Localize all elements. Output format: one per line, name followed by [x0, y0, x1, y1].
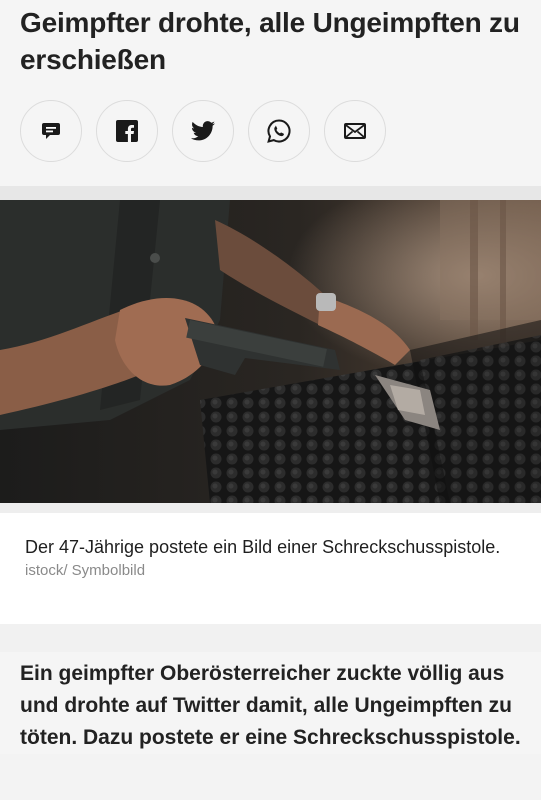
section-divider	[0, 186, 541, 200]
email-share-button[interactable]	[324, 100, 386, 162]
twitter-icon	[191, 121, 215, 141]
section-divider	[0, 624, 541, 652]
image-caption-box: Der 47-Jährige postete ein Bild einer Sc…	[0, 503, 541, 624]
comment-button[interactable]	[20, 100, 82, 162]
twitter-share-button[interactable]	[172, 100, 234, 162]
image-credit: istock/ Symbolbild	[25, 562, 146, 579]
article-header: Geimpfter drohte, alle Ungeimpften zu er…	[0, 0, 541, 186]
article-photo[interactable]	[0, 200, 541, 503]
article-lead: Ein geimpfter Oberösterreicher zuckte vö…	[0, 652, 541, 754]
headline: Geimpfter drohte, alle Ungeimpften zu er…	[20, 7, 520, 75]
comment-icon	[42, 123, 60, 139]
whatsapp-share-button[interactable]	[248, 100, 310, 162]
facebook-icon	[116, 120, 138, 142]
image-caption: Der 47-Jährige postete ein Bild einer Sc…	[25, 537, 501, 557]
share-bar	[20, 100, 523, 162]
facebook-share-button[interactable]	[96, 100, 158, 162]
mail-icon	[344, 123, 366, 139]
pistol-photo-illustration	[0, 200, 541, 503]
whatsapp-icon	[267, 119, 291, 143]
